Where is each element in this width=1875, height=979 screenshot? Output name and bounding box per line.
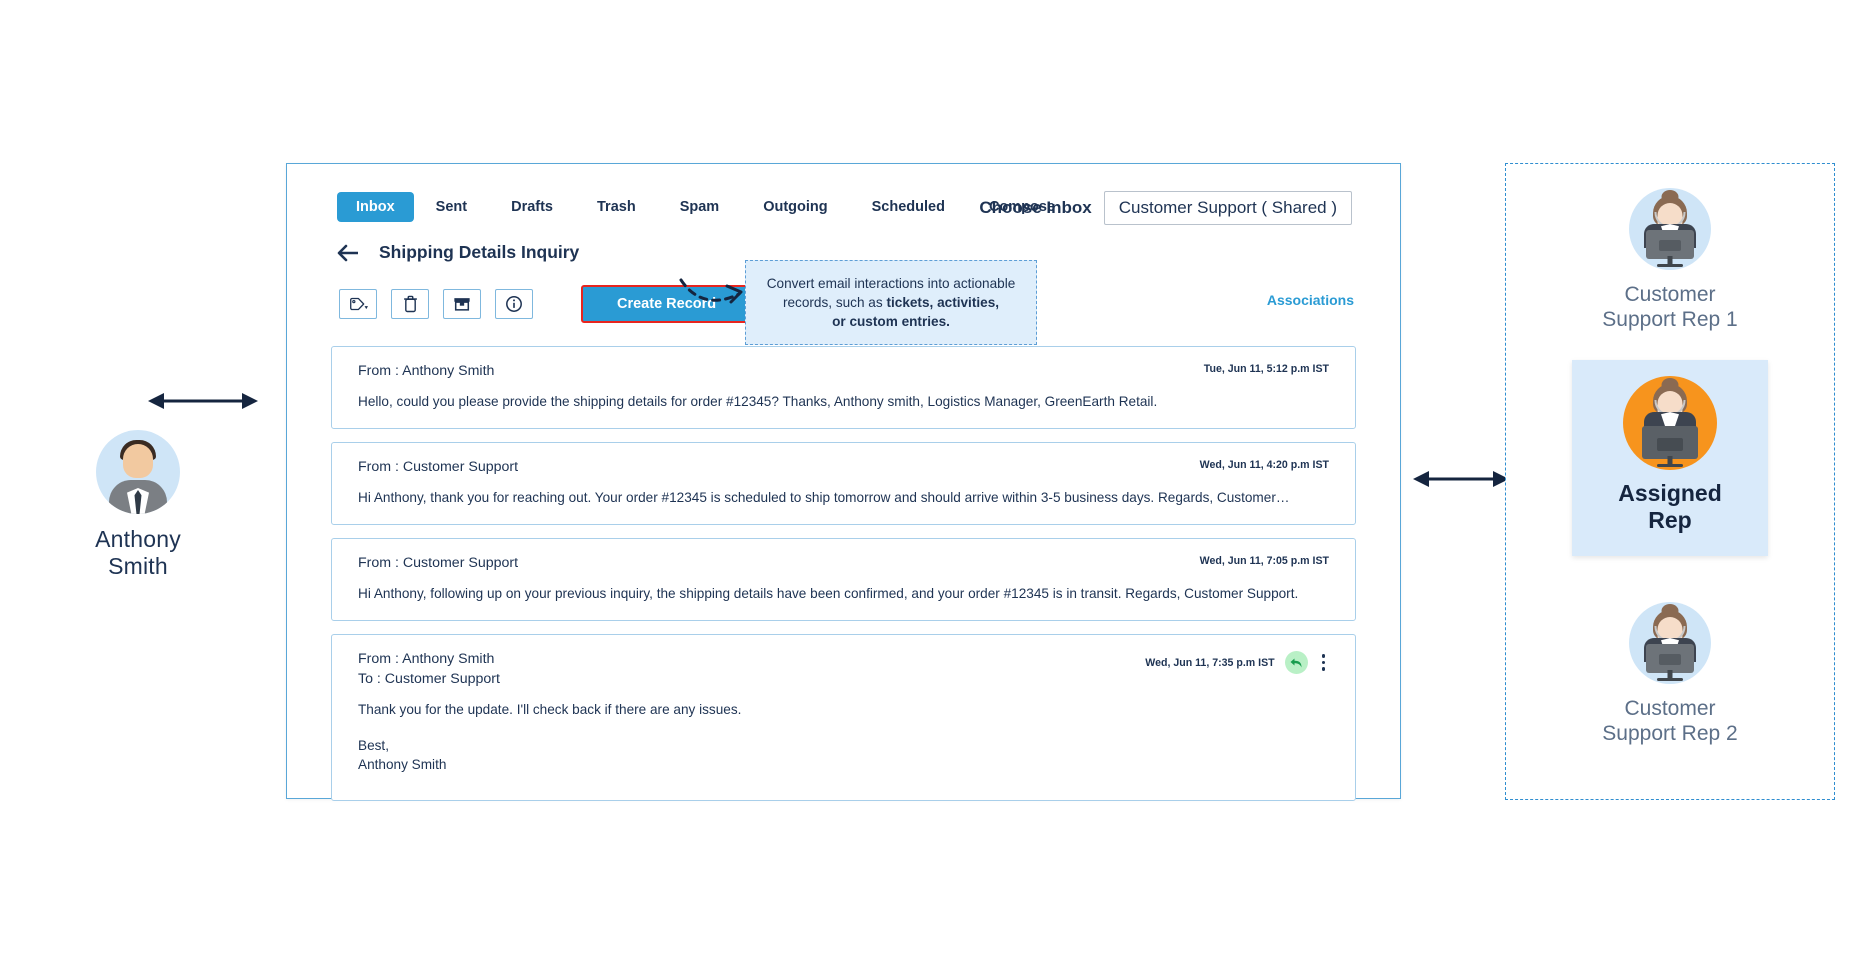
avatar-head (123, 444, 153, 478)
customer-name: Anthony Smith (48, 526, 228, 580)
signature-line-2: Anthony Smith (358, 755, 1329, 774)
tab-scheduled[interactable]: Scheduled (850, 192, 967, 222)
choose-inbox-label: Choose Inbox (979, 198, 1091, 218)
email-from: From : Customer Support (358, 553, 1200, 573)
info-icon[interactable] (495, 289, 533, 319)
email-meta: Wed, Jun 11, 4:20 p.m IST (1200, 457, 1329, 471)
email-signature: Best, Anthony Smith (358, 736, 1329, 774)
email-timestamp: Wed, Jun 11, 7:35 p.m IST (1145, 657, 1274, 669)
table-row[interactable]: From : Anthony Smith Tue, Jun 11, 5:12 p… (331, 346, 1356, 429)
email-meta: Wed, Jun 11, 7:35 p.m IST (1145, 649, 1329, 674)
callout-line-2-prefix: records, such as (783, 295, 887, 310)
page-title: Shipping Details Inquiry (379, 242, 579, 263)
mailbox-tabs: Inbox Sent Drafts Trash Spam Outgoing Sc… (337, 192, 1077, 222)
right-connector-arrow (1413, 466, 1509, 492)
support-rep-1-label: Customer Support Rep 1 (1506, 282, 1834, 332)
monitor-screen (1657, 438, 1683, 451)
email-thread-list: From : Anthony Smith Tue, Jun 11, 5:12 p… (331, 346, 1356, 814)
email-from: From : Anthony Smith (358, 649, 1145, 669)
tab-drafts[interactable]: Drafts (489, 192, 575, 222)
email-timestamp: Wed, Jun 11, 4:20 p.m IST (1200, 459, 1329, 471)
thread-header: Shipping Details Inquiry (337, 242, 579, 263)
email-client-panel: Inbox Sent Drafts Trash Spam Outgoing Sc… (286, 163, 1401, 799)
email-header: From : Customer Support Wed, Jun 11, 4:2… (358, 457, 1329, 477)
support-rep-icon (1629, 602, 1711, 684)
user-avatar-icon (96, 430, 180, 514)
feature-callout-tooltip: Convert email interactions into actionab… (745, 260, 1037, 345)
customer-persona: Anthony Smith (48, 430, 228, 580)
email-meta: Tue, Jun 11, 5:12 p.m IST (1204, 361, 1329, 375)
email-timestamp: Wed, Jun 11, 7:05 p.m IST (1200, 555, 1329, 567)
email-body: Hello, could you please provide the ship… (358, 392, 1329, 412)
table-row[interactable]: From : Customer Support Wed, Jun 11, 7:0… (331, 538, 1356, 621)
email-header: From : Customer Support Wed, Jun 11, 7:0… (358, 553, 1329, 573)
email-from: From : Customer Support (358, 457, 1200, 477)
email-body: Hi Anthony, thank you for reaching out. … (358, 488, 1329, 508)
rep-name-line2: Support Rep 2 (1506, 721, 1834, 746)
email-header: From : Anthony Smith Tue, Jun 11, 5:12 p… (358, 361, 1329, 381)
email-address-block: From : Anthony Smith (358, 361, 1204, 381)
signature-line-1: Best, (358, 736, 1329, 755)
rep-name-line1: Customer (1506, 282, 1834, 307)
monitor-base (1657, 464, 1683, 468)
support-rep-2[interactable]: Customer Support Rep 2 (1506, 602, 1834, 746)
tab-sent[interactable]: Sent (414, 192, 489, 222)
monitor-screen (1659, 240, 1681, 251)
kebab-menu-icon[interactable] (1318, 652, 1329, 672)
archive-icon[interactable] (443, 289, 481, 319)
table-row[interactable]: From : Anthony Smith To : Customer Suppo… (331, 634, 1356, 801)
monitor-base (1657, 264, 1683, 268)
assigned-rep-card[interactable]: Assigned Rep (1572, 360, 1768, 556)
support-rep-1[interactable]: Customer Support Rep 1 (1506, 188, 1834, 332)
left-connector-arrow (148, 388, 258, 414)
callout-line-1: Convert email interactions into actionab… (767, 276, 1016, 291)
customer-name-line1: Anthony (48, 526, 228, 553)
back-arrow-icon[interactable] (337, 244, 359, 262)
associations-link[interactable]: Associations (1267, 292, 1354, 308)
support-reps-panel: Customer Support Rep 1 Assigned Rep (1505, 163, 1835, 800)
rep-name-line1: Customer (1506, 696, 1834, 721)
assigned-rep-label: Assigned Rep (1572, 480, 1768, 534)
callout-line-2-bold: tickets, activities, (886, 295, 999, 310)
reply-icon[interactable] (1285, 651, 1308, 674)
rep-name-line2: Rep (1572, 507, 1768, 534)
rep-name-line2: Support Rep 1 (1506, 307, 1834, 332)
assigned-rep-icon (1623, 376, 1717, 470)
tab-outgoing[interactable]: Outgoing (741, 192, 849, 222)
tab-trash[interactable]: Trash (575, 192, 658, 222)
customer-name-line2: Smith (48, 553, 228, 580)
choose-inbox-group: Choose Inbox Customer Support ( Shared ) (979, 191, 1352, 225)
tab-spam[interactable]: Spam (658, 192, 742, 222)
trash-icon[interactable] (391, 289, 429, 319)
email-body: Thank you for the update. I'll check bac… (358, 700, 1329, 720)
callout-line-3-bold: or custom entries. (832, 314, 950, 329)
monitor-screen (1659, 654, 1681, 665)
email-from: From : Anthony Smith (358, 361, 1204, 381)
tab-inbox[interactable]: Inbox (337, 192, 414, 222)
email-header: From : Anthony Smith To : Customer Suppo… (358, 649, 1329, 689)
email-address-block: From : Anthony Smith To : Customer Suppo… (358, 649, 1145, 689)
email-address-block: From : Customer Support (358, 553, 1200, 573)
support-rep-2-label: Customer Support Rep 2 (1506, 696, 1834, 746)
email-body: Hi Anthony, following up on your previou… (358, 584, 1329, 604)
tag-icon[interactable] (339, 289, 377, 319)
callout-pointer-arrow (679, 274, 749, 310)
monitor-base (1657, 678, 1683, 682)
table-row[interactable]: From : Customer Support Wed, Jun 11, 4:2… (331, 442, 1356, 525)
rep-name-line1: Assigned (1572, 480, 1768, 507)
email-timestamp: Tue, Jun 11, 5:12 p.m IST (1204, 363, 1329, 375)
email-address-block: From : Customer Support (358, 457, 1200, 477)
email-meta: Wed, Jun 11, 7:05 p.m IST (1200, 553, 1329, 567)
support-rep-icon (1629, 188, 1711, 270)
email-to: To : Customer Support (358, 669, 1145, 689)
inbox-select[interactable]: Customer Support ( Shared ) (1104, 191, 1352, 225)
